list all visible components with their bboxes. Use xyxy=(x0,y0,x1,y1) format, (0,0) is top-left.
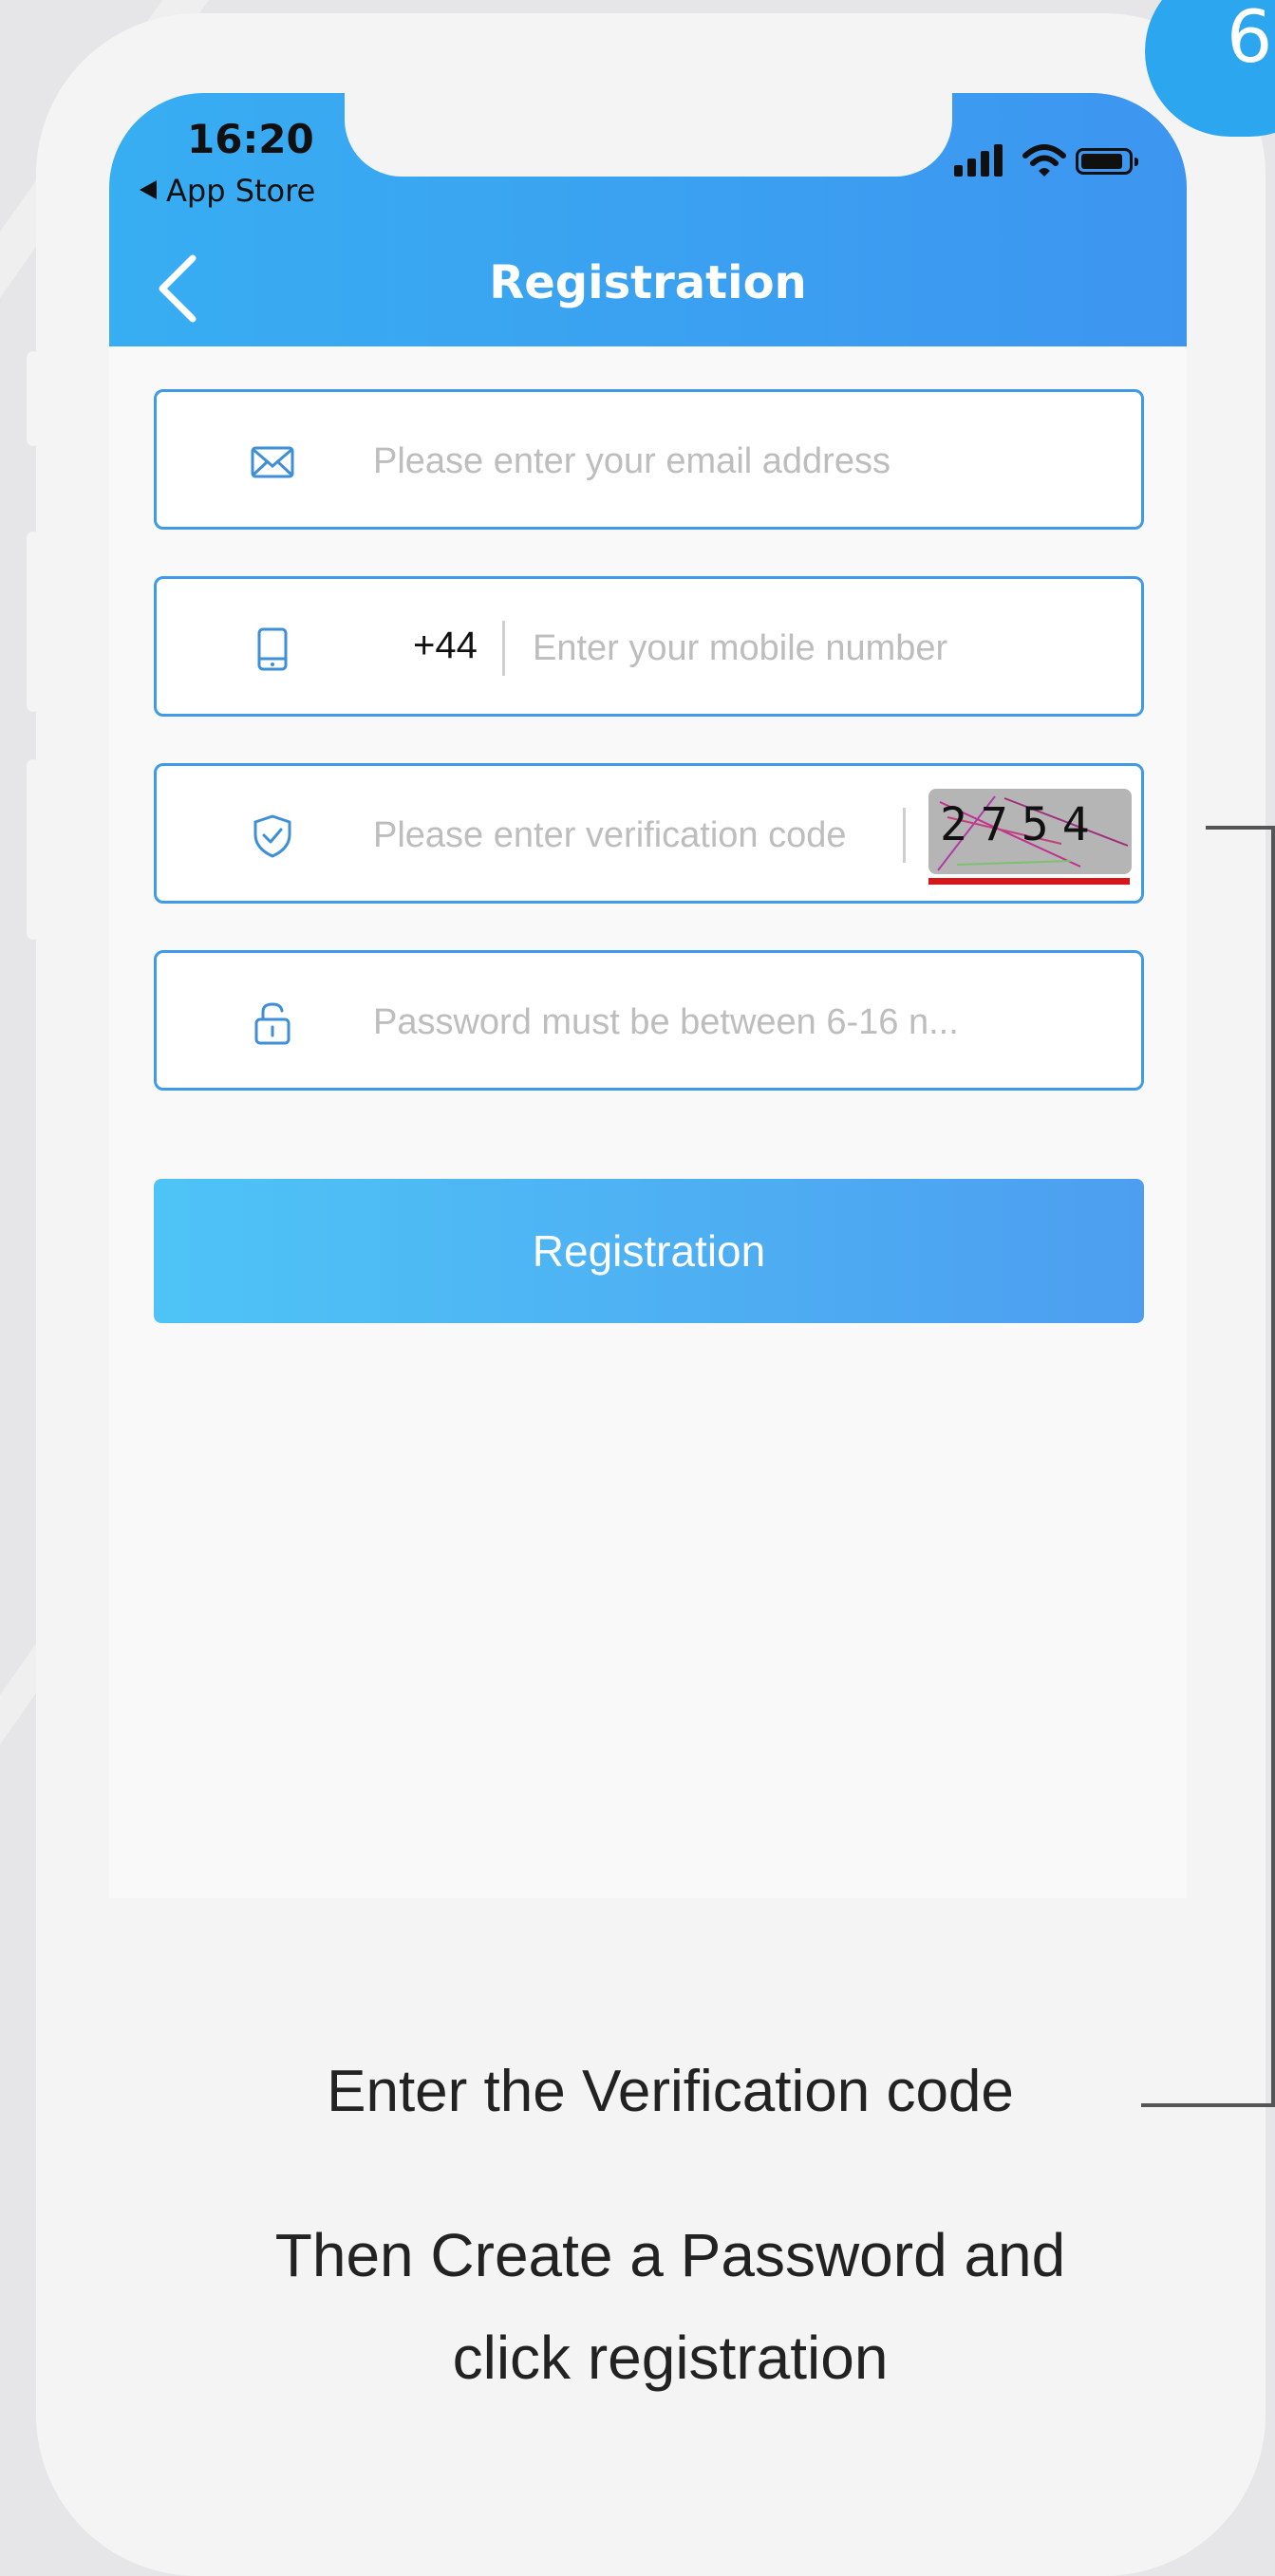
unlock-icon xyxy=(254,1002,291,1045)
envelope-icon xyxy=(251,446,294,478)
device-notch xyxy=(345,93,952,177)
app-screen: 16:20 App Store Registration Please ente… xyxy=(109,93,1187,2105)
email-input[interactable] xyxy=(371,424,1116,498)
mobile-field: +44 xyxy=(154,576,1144,717)
app-header: 16:20 App Store Registration xyxy=(109,93,1187,346)
page-title: Registration xyxy=(489,256,807,309)
mobile-phone-icon xyxy=(257,627,288,671)
status-icons xyxy=(954,142,1163,180)
connector-line xyxy=(1206,826,1275,830)
instruction-caption: Enter the Verification code xyxy=(327,2059,1014,2124)
registration-button[interactable]: Registration xyxy=(154,1179,1144,1323)
wifi-icon xyxy=(1022,144,1066,177)
password-input[interactable] xyxy=(371,985,1116,1059)
status-time: 16:20 xyxy=(187,116,314,162)
country-code[interactable]: +44 xyxy=(413,625,478,667)
password-field xyxy=(154,950,1144,1091)
shield-check-icon xyxy=(253,814,291,858)
back-app-label: App Store xyxy=(166,173,316,209)
back-arrow-icon xyxy=(140,180,157,199)
captcha-highlight-underline xyxy=(928,878,1130,885)
verification-field: 2754 xyxy=(154,763,1144,904)
email-field xyxy=(154,389,1144,530)
instruction-caption-secondary: Then Create a Password and click registr… xyxy=(0,2204,1275,2409)
captcha-image[interactable]: 2754 xyxy=(928,789,1132,874)
cellular-signal-icon xyxy=(954,142,1011,177)
connector-line xyxy=(1271,826,1275,2107)
back-to-app-store-link[interactable]: App Store xyxy=(140,173,315,209)
divider xyxy=(903,808,906,863)
mobile-number-input[interactable] xyxy=(531,611,1123,685)
connector-line xyxy=(1141,2103,1275,2107)
verification-code-input[interactable] xyxy=(371,798,888,872)
captcha-text: 2754 xyxy=(940,798,1103,851)
instruction-line: click registration xyxy=(452,2324,889,2392)
instruction-line: Then Create a Password and xyxy=(274,2221,1066,2289)
divider xyxy=(502,621,505,676)
battery-icon xyxy=(1076,148,1138,175)
